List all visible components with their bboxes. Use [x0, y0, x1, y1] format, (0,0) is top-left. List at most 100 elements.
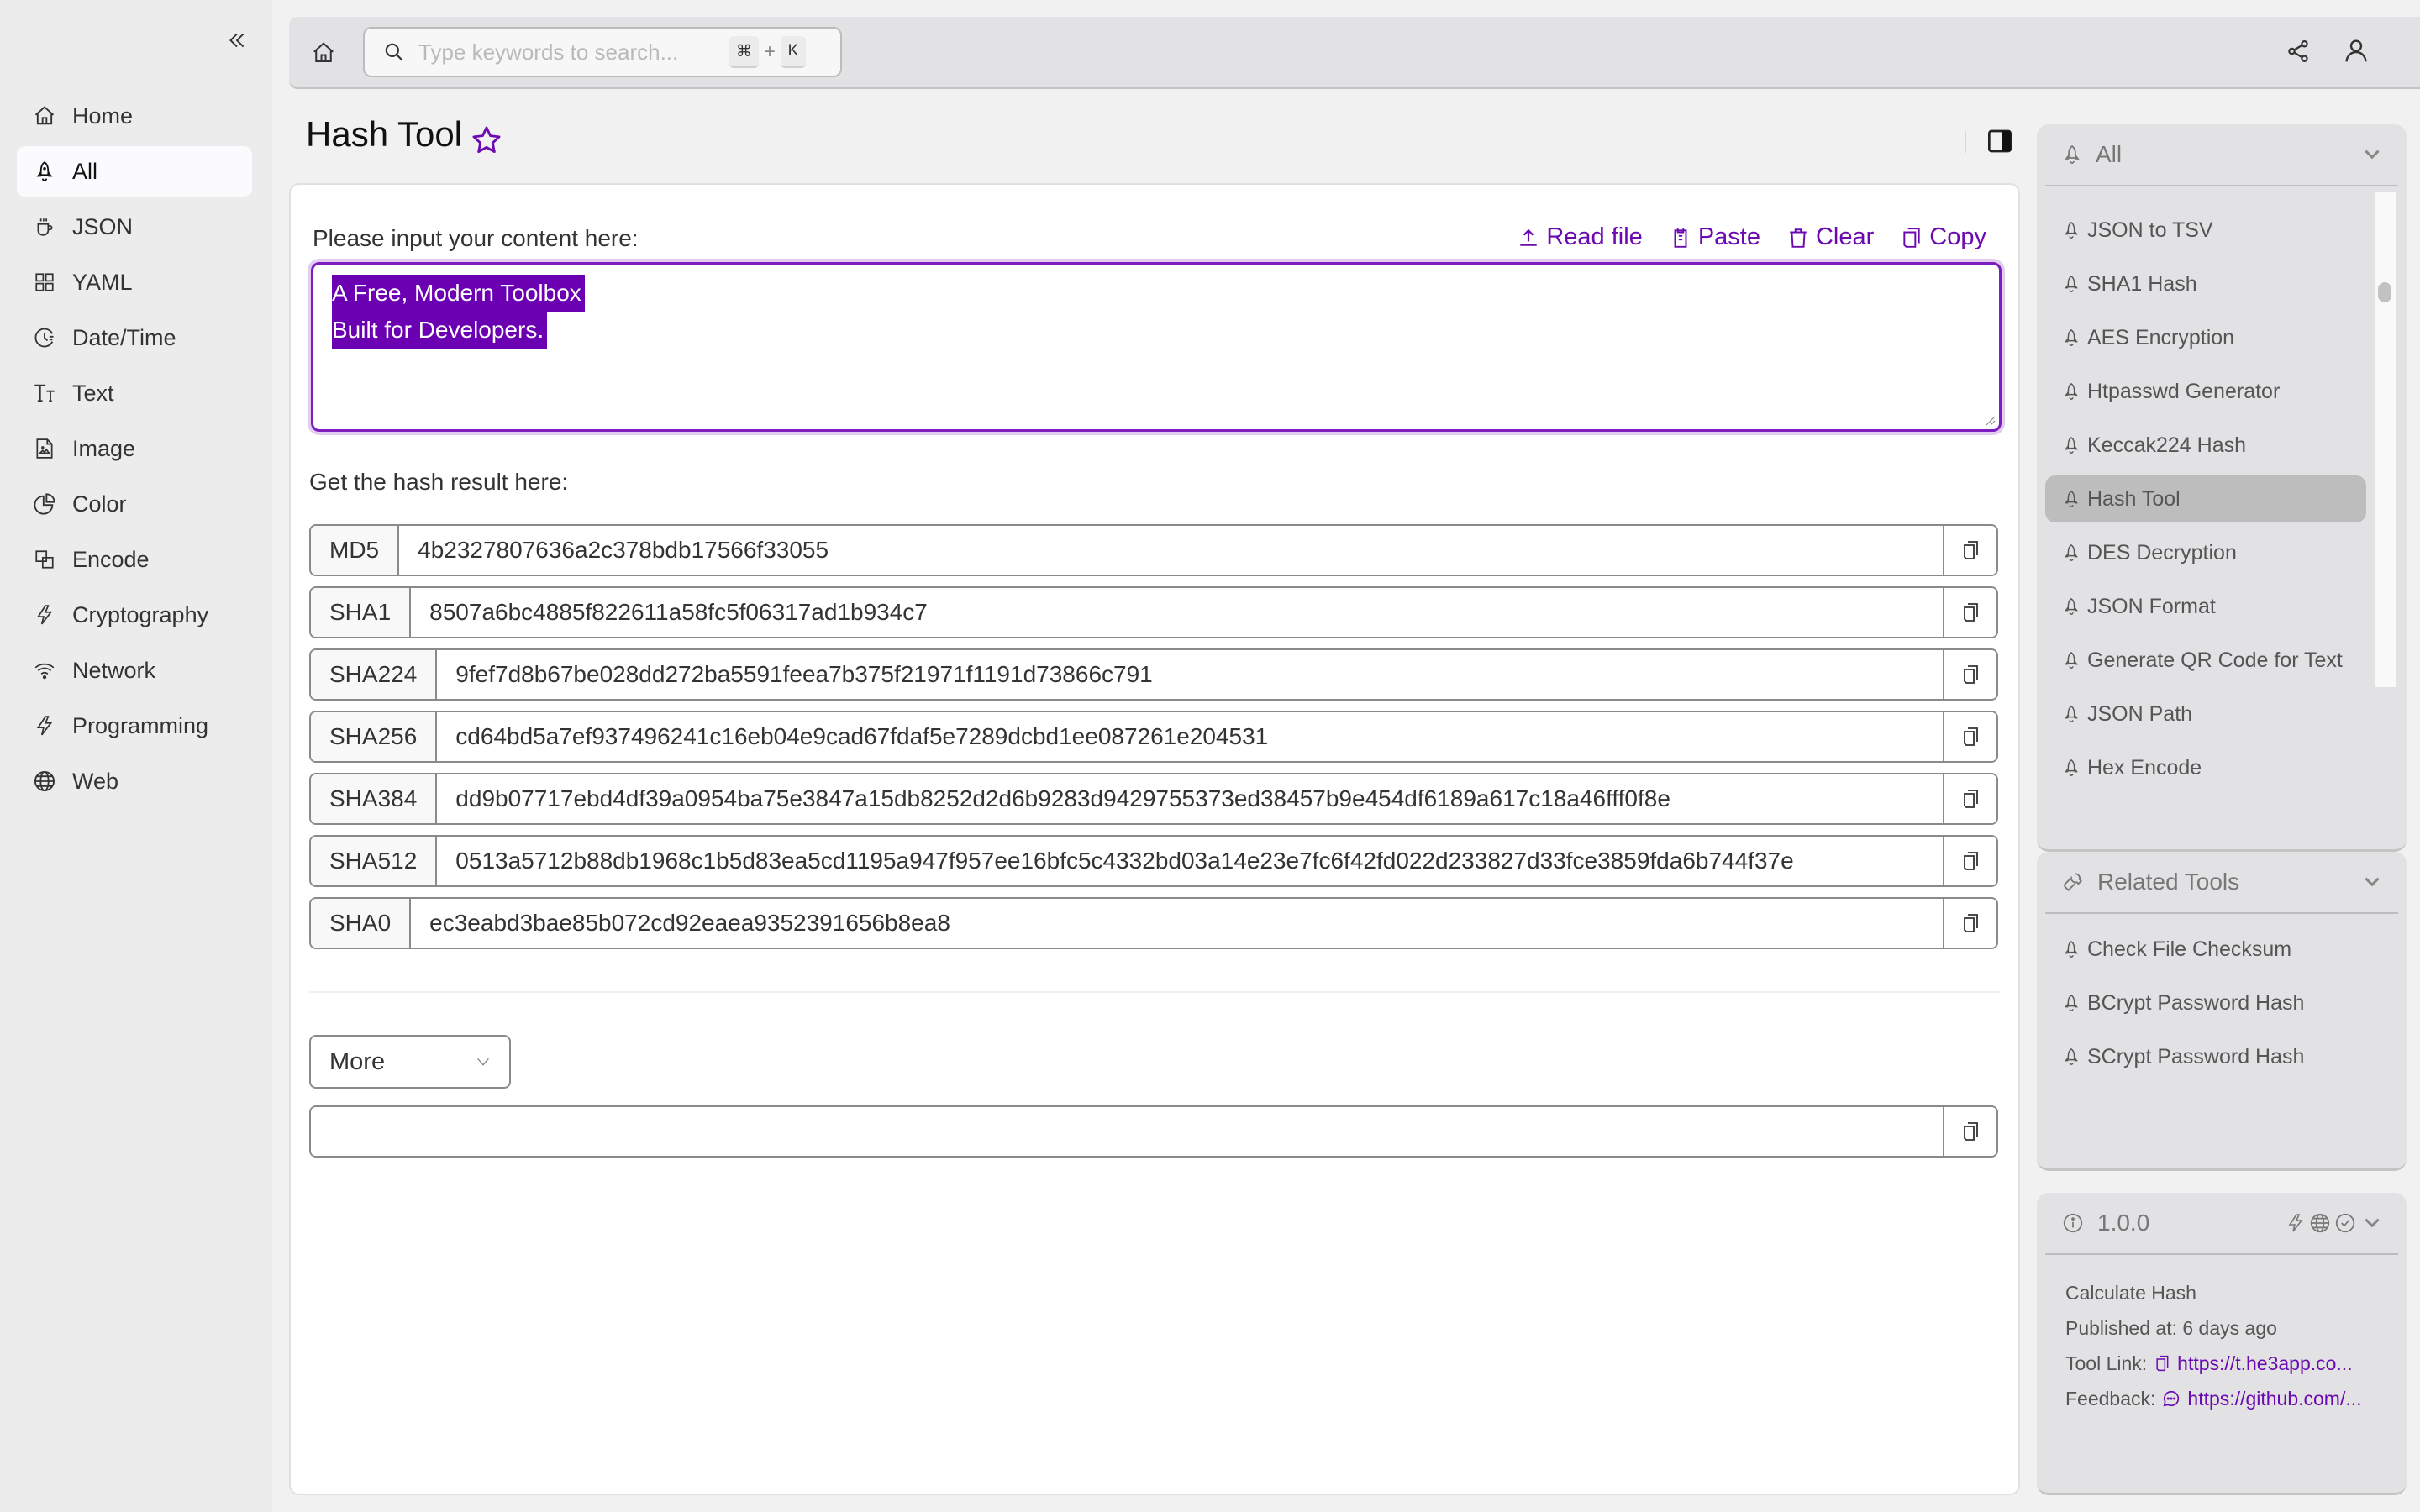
- copy-hash-button[interactable]: [1943, 899, 1996, 948]
- rocket-icon: [2065, 705, 2078, 722]
- hash-algorithm-label: SHA384: [311, 774, 438, 823]
- chevron-down-icon: [2365, 877, 2380, 887]
- tool-link[interactable]: https://t.he3app.co...: [2177, 1346, 2352, 1381]
- search-box[interactable]: ⌘ + K: [363, 27, 842, 77]
- upload-icon: [1520, 228, 1538, 246]
- tool-item-label: JSON Path: [2087, 701, 2193, 726]
- clear-button[interactable]: Clear: [1787, 223, 1874, 251]
- sidebar-item-web[interactable]: Web: [17, 756, 252, 806]
- user-button[interactable]: [2343, 37, 2373, 67]
- hash-value-field[interactable]: cd64bd5a7ef937496241c16eb04e9cad67fdaf5e…: [437, 712, 1943, 761]
- favorite-button[interactable]: [471, 124, 502, 156]
- more-hash-value-field[interactable]: [311, 1107, 1943, 1156]
- related-tool-item[interactable]: Check File Checksum: [2045, 926, 2398, 973]
- sidebar-item-cryptography[interactable]: Cryptography: [17, 590, 252, 640]
- share-button[interactable]: [2286, 39, 2314, 67]
- related-tools-header[interactable]: Related Tools: [2045, 852, 2398, 914]
- scrollbar-thumb[interactable]: [2378, 282, 2391, 302]
- shortcut-plus: +: [764, 40, 776, 63]
- check-circle-icon: [2335, 1213, 2355, 1233]
- copy-hash-button[interactable]: [1943, 526, 1996, 575]
- clock-icon: [34, 328, 54, 348]
- tool-item[interactable]: SHA1 Hash: [2045, 260, 2366, 307]
- hash-value-field[interactable]: ec3eabd3bae85b072cd92eaea9352391656b8ea8: [411, 899, 1943, 948]
- sidebar-item-label: Programming: [72, 712, 209, 738]
- tool-item-label: Hex Encode: [2087, 755, 2202, 780]
- hash-row-sha256: SHA256 cd64bd5a7ef937496241c16eb04e9cad6…: [309, 711, 1998, 763]
- wifi-icon: [34, 663, 55, 680]
- hash-value-field[interactable]: 9fef7d8b67be028dd272ba5591feea7b375f2197…: [437, 650, 1943, 699]
- home-button[interactable]: [308, 37, 339, 69]
- tool-item[interactable]: JSON Path: [2045, 690, 2366, 738]
- all-tools-header[interactable]: All: [2045, 124, 2398, 186]
- hash-row-sha384: SHA384 dd9b07717ebd4df39a0954ba75e3847a1…: [309, 773, 1998, 825]
- related-tool-item[interactable]: SCrypt Password Hash: [2045, 1033, 2398, 1080]
- search-input[interactable]: [418, 39, 729, 66]
- tool-item-label: JSON to TSV: [2087, 218, 2213, 242]
- copy-icon: [2156, 1355, 2169, 1372]
- sidebar-item-all[interactable]: All: [17, 146, 252, 197]
- sidebar-item-datetime[interactable]: Date/Time: [17, 312, 252, 363]
- sidebar-item-home[interactable]: Home: [17, 91, 252, 141]
- more-algorithm-select[interactable]: More: [309, 1035, 511, 1089]
- collapse-sidebar-button[interactable]: [220, 24, 254, 57]
- tool-item[interactable]: Htpasswd Generator: [2045, 368, 2366, 415]
- copy-label: Copy: [1929, 223, 1986, 250]
- scrollbar-track[interactable]: [2375, 192, 2396, 687]
- tool-item[interactable]: DES Decryption: [2045, 529, 2366, 576]
- hash-value-field[interactable]: 8507a6bc4885f822611a58fc5f06317ad1b934c7: [411, 588, 1943, 637]
- tool-item-label: DES Decryption: [2087, 540, 2237, 564]
- tool-item-label: AES Encryption: [2087, 325, 2235, 349]
- sidebar-item-text[interactable]: Text: [17, 368, 252, 418]
- tool-item[interactable]: Keccak224 Hash: [2045, 422, 2366, 469]
- tool-item[interactable]: JSON Format: [2045, 583, 2366, 630]
- hash-value-field[interactable]: 4b2327807636a2c378bdb17566f33055: [399, 526, 1943, 575]
- copy-icon: [1903, 227, 1920, 248]
- copy-hash-button[interactable]: [1943, 588, 1996, 637]
- rocket-icon: [2065, 328, 2078, 346]
- copy-hash-button[interactable]: [1943, 774, 1996, 823]
- hash-algorithm-label: MD5: [311, 526, 400, 575]
- rocket-icon: [2065, 1047, 2078, 1065]
- all-tools-title: All: [2096, 141, 2123, 167]
- sidebar-item-yaml[interactable]: YAML: [17, 257, 252, 307]
- content-input[interactable]: A Free, Modern Toolbox Built for Develop…: [311, 262, 2002, 432]
- tool-item-active[interactable]: Hash Tool: [2045, 475, 2366, 522]
- resize-handle-icon[interactable]: [1984, 414, 1996, 426]
- sidebar-item-encode[interactable]: Encode: [17, 534, 252, 585]
- rocket-icon: [2065, 994, 2078, 1011]
- tool-item[interactable]: Hex Encode: [2045, 744, 2366, 791]
- lightning-icon: [36, 605, 53, 625]
- sidebar-item-network[interactable]: Network: [17, 645, 252, 696]
- sidebar-item-label: Encode: [72, 546, 150, 572]
- tool-info-panel: 1.0.0 Calculate Hash Published at: 6 day…: [2037, 1193, 2407, 1495]
- paste-button[interactable]: Paste: [1670, 223, 1760, 251]
- tool-item[interactable]: AES Encryption: [2045, 314, 2366, 361]
- lightning-icon: [36, 716, 53, 736]
- tool-item-label: Htpasswd Generator: [2087, 379, 2281, 403]
- sidebar-right-icon: [1988, 129, 2012, 153]
- read-file-button[interactable]: Read file: [1518, 223, 1643, 251]
- hash-value-field[interactable]: dd9b07717ebd4df39a0954ba75e3847a15db8252…: [437, 774, 1943, 823]
- tool-info-header[interactable]: 1.0.0: [2045, 1193, 2398, 1255]
- copy-hash-button[interactable]: [1943, 837, 1996, 885]
- tool-item[interactable]: JSON to TSV: [2045, 207, 2366, 254]
- sidebar-item-programming[interactable]: Programming: [17, 701, 252, 751]
- sidebar-item-image[interactable]: Image: [17, 423, 252, 474]
- copy-hash-button[interactable]: [1943, 650, 1996, 699]
- toggle-right-panel-button[interactable]: [1986, 128, 2013, 155]
- sidebar-item-color[interactable]: Color: [17, 479, 252, 529]
- published-at: Published at: 6 days ago: [2065, 1317, 2277, 1339]
- input-actions: Read file Paste Clear Copy: [1518, 223, 1986, 251]
- feedback-link[interactable]: https://github.com/...: [2187, 1381, 2361, 1416]
- copy-hash-button[interactable]: [1943, 712, 1996, 761]
- hash-value-field[interactable]: 0513a5712b88db1968c1b5d83ea5cd1195a947f9…: [437, 837, 1943, 885]
- copy-button[interactable]: Copy: [1901, 223, 1986, 251]
- sidebar-item-json[interactable]: JSON: [17, 202, 252, 252]
- hash-algorithm-label: SHA256: [311, 712, 438, 761]
- related-tool-item[interactable]: BCrypt Password Hash: [2045, 979, 2398, 1026]
- tool-item[interactable]: Generate QR Code for Text: [2045, 637, 2366, 684]
- trash-icon: [1790, 228, 1807, 248]
- input-label: Please input your content here:: [313, 225, 639, 251]
- copy-hash-button[interactable]: [1943, 1107, 1996, 1156]
